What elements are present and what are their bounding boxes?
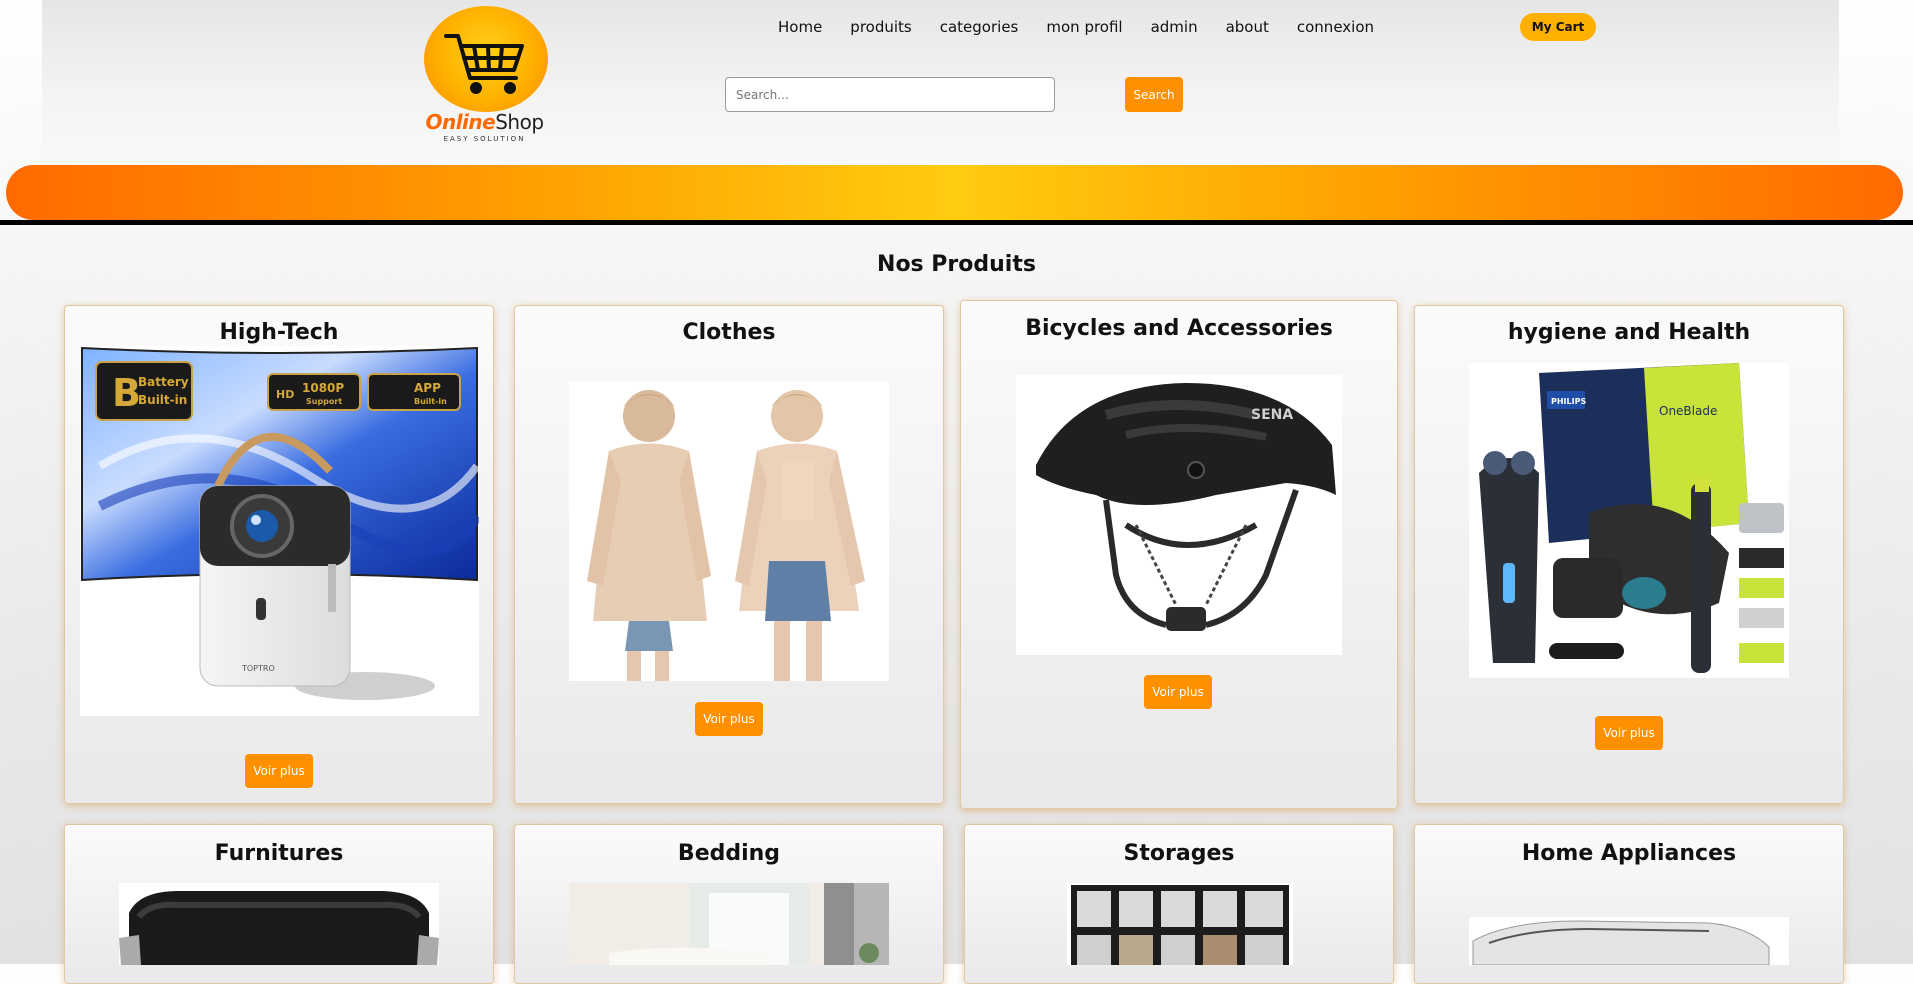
voir-plus-button[interactable]: Voir plus [1595,716,1663,750]
projector-brand-text: TOPTRO [241,664,275,673]
shaver-product-text: OneBlade [1659,404,1717,418]
category-card-home-appliances: Home Appliances [1414,824,1844,984]
category-card-bicycles: Bicycles and Accessories SENA Voir plus [960,300,1398,809]
shaver-image: PHILIPS OneBlade [1469,363,1789,678]
category-card-clothes: Clothes Voir plus [514,305,944,804]
category-title: Storages [1123,841,1235,866]
voir-plus-button[interactable]: Voir plus [1144,675,1212,709]
nav-categories[interactable]: categories [940,18,1019,36]
search-button[interactable]: Search [1125,77,1183,112]
orange-banner [6,165,1903,220]
site-logo[interactable]: OnlineShop EASY SOLUTION [412,6,557,146]
badge-app-builtin-text: Built-in [414,397,447,406]
helmet-image: SENA [1016,375,1342,655]
my-cart-button[interactable]: My Cart [1520,13,1596,41]
helmet-brand-text: SENA [1251,407,1293,423]
storage-cube-image [1067,883,1293,965]
nav-admin[interactable]: admin [1151,18,1198,36]
search-input[interactable] [725,77,1055,112]
section-title: Nos Produits [877,252,1036,277]
armchair-image [119,883,439,965]
main-nav: Home produits categories mon profil admi… [778,18,1402,36]
logo-shop-text: Shop [495,110,544,134]
svg-text:B: B [112,371,141,415]
bedding-image [569,883,889,965]
category-card-hygiene: hygiene and Health PHILIPS OneBlade Voir… [1414,305,1844,804]
nav-home[interactable]: Home [778,18,822,36]
nav-mon-profil[interactable]: mon profil [1046,18,1122,36]
logo-tagline: EASY SOLUTION [443,135,526,143]
logo-circle [424,6,548,112]
nav-produits[interactable]: produits [850,18,911,36]
badge-app-text: APP [414,381,441,395]
nav-connexion[interactable]: connexion [1297,18,1374,36]
category-title: Bedding [677,841,781,866]
category-title: hygiene and Health [1507,320,1751,345]
nav-about[interactable]: about [1226,18,1269,36]
category-title: High-Tech [219,320,339,345]
badge-battery-text: Battery [138,375,189,389]
category-card-storages: Storages [964,824,1394,984]
category-title: Bicycles and Accessories [1025,316,1333,341]
logo-online-text: Online [425,110,496,134]
category-title: Home Appliances [1521,841,1737,866]
category-card-furnitures: Furnitures [64,824,494,984]
voir-plus-button[interactable]: Voir plus [245,754,313,788]
logo-wordmark: OnlineShop [412,110,557,134]
projector-image: B Battery Built-in HD 1080P Support APP … [80,346,479,716]
svg-text:HD: HD [276,388,294,401]
category-title: Furnitures [214,841,344,866]
category-card-high-tech: High-Tech B Battery Built-in HD 1080P Su… [64,305,494,804]
shaver-brand-text: PHILIPS [1551,397,1586,406]
shopping-cart-icon [444,34,524,94]
banner-divider [0,220,1913,225]
category-title: Clothes [682,320,776,345]
category-card-bedding: Bedding [514,824,944,984]
badge-hd-text: 1080P [302,381,344,395]
badge-builtin-text: Built-in [138,393,187,407]
voir-plus-button[interactable]: Voir plus [695,702,763,736]
badge-support-text: Support [306,397,342,406]
clothes-image [569,381,889,681]
appliance-image [1469,917,1789,965]
